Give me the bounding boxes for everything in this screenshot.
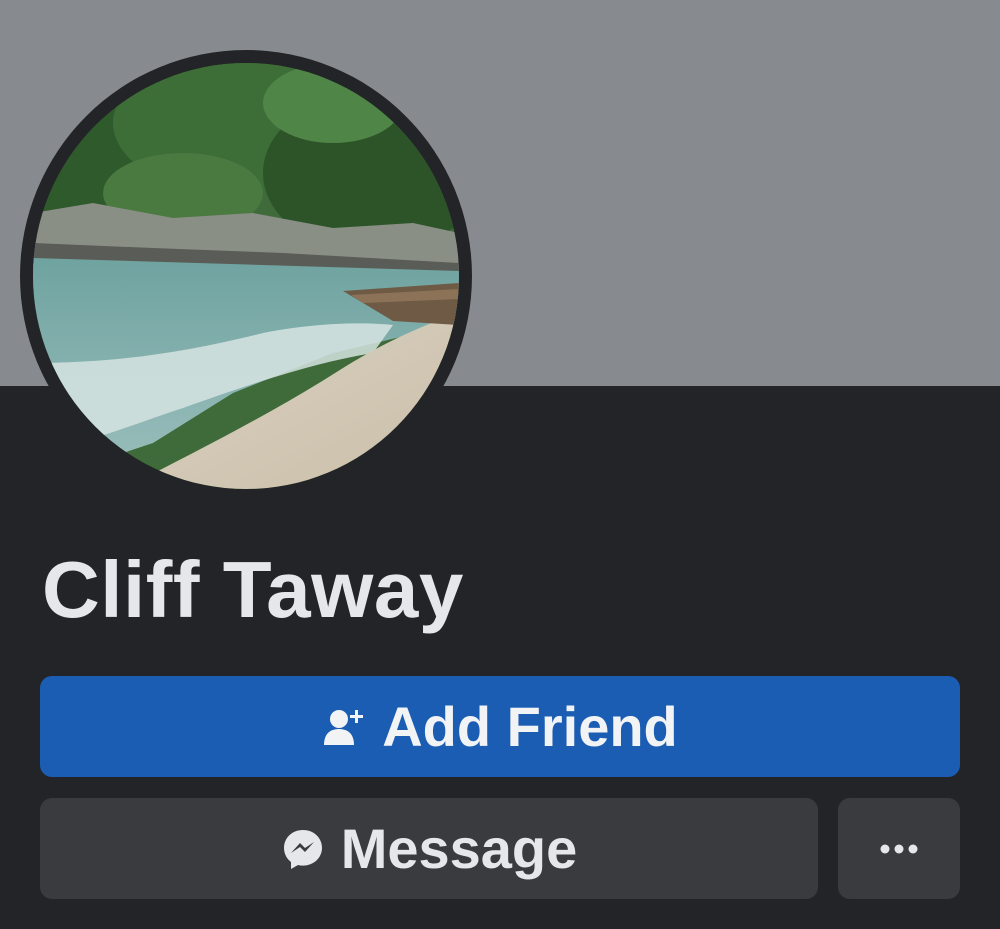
more-options-button[interactable] (838, 798, 960, 899)
ellipsis-icon (879, 843, 919, 855)
profile-name: Cliff Taway (42, 545, 464, 634)
messenger-icon (281, 827, 325, 871)
add-person-icon (322, 705, 366, 749)
profile-picture[interactable] (33, 63, 459, 489)
add-friend-label: Add Friend (382, 695, 678, 758)
beach-photo (33, 63, 459, 489)
add-friend-button[interactable]: Add Friend (40, 676, 960, 777)
message-label: Message (340, 817, 578, 880)
message-button[interactable]: Message (40, 798, 818, 899)
